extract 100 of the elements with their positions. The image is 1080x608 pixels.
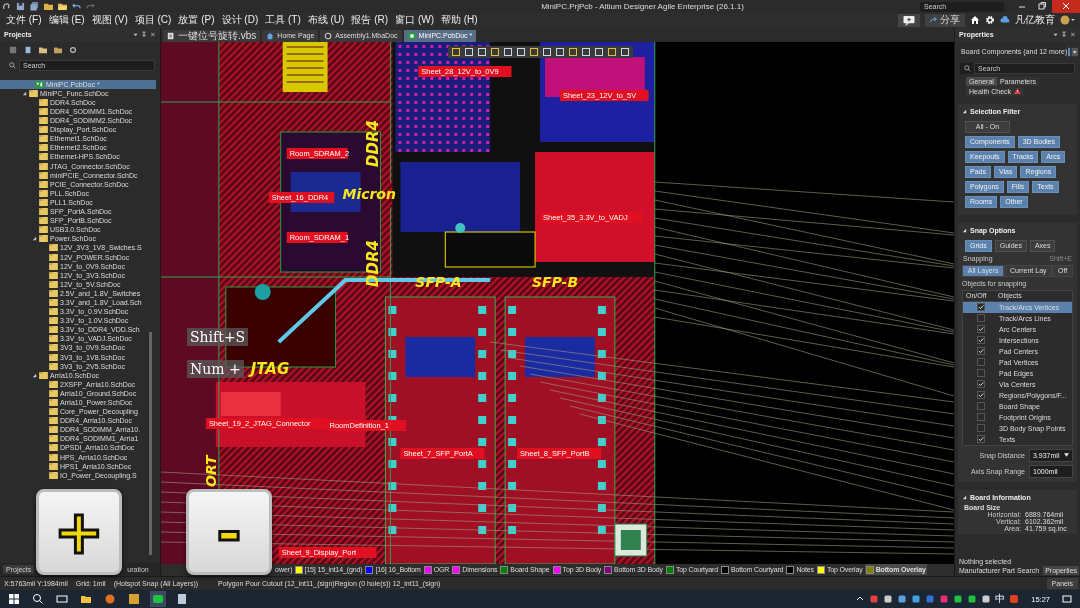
tray-icon[interactable] — [911, 594, 922, 605]
account-name[interactable]: 凡亿教育 — [1015, 13, 1055, 28]
tool-icon[interactable] — [464, 46, 474, 57]
pad — [597, 371, 606, 380]
tool-icon[interactable] — [607, 46, 617, 57]
pad — [388, 437, 397, 446]
menu-item[interactable]: 项目 (C) — [132, 13, 174, 28]
panel-controls-icon[interactable] — [132, 31, 156, 39]
tray-icon[interactable] — [953, 594, 964, 605]
checkbox[interactable] — [977, 347, 985, 356]
checkbox[interactable] — [977, 314, 985, 323]
expand-arrow-icon[interactable] — [32, 236, 37, 242]
settings-icon[interactable] — [69, 45, 77, 54]
document-tab[interactable]: 一键位号旋转.vbs — [163, 29, 261, 42]
checkbox[interactable] — [977, 358, 985, 367]
menu-item[interactable]: 视图 (V) — [89, 13, 130, 28]
checkbox[interactable] — [977, 369, 985, 378]
menu-item[interactable]: 文件 (F) — [4, 13, 44, 28]
checkbox[interactable] — [977, 336, 985, 345]
silkscreen-label: ORT — [202, 455, 219, 487]
pad — [388, 327, 397, 336]
pad — [478, 393, 487, 402]
checkbox[interactable] — [977, 424, 985, 433]
avatar[interactable] — [1060, 15, 1076, 26]
tool-icon[interactable] — [529, 46, 539, 57]
folder-icon — [49, 299, 58, 306]
silkscreen-label: DDR4 — [364, 239, 383, 287]
menu-item[interactable]: 放置 (P) — [176, 13, 217, 28]
pad — [508, 327, 517, 336]
checkbox[interactable] — [977, 303, 985, 312]
pad — [388, 371, 397, 380]
tool-icon[interactable] — [477, 46, 487, 57]
dropdown-icon[interactable] — [1068, 45, 1079, 58]
save-icon[interactable] — [9, 45, 17, 54]
expand-arrow-icon[interactable] — [22, 90, 27, 96]
input-method-indicator[interactable]: 中 — [995, 592, 1006, 607]
pad — [508, 393, 517, 402]
save-all-icon[interactable] — [30, 2, 39, 11]
caret-icon — [1064, 453, 1069, 458]
pad — [597, 525, 606, 534]
tray-icon[interactable] — [883, 594, 894, 605]
pad — [508, 437, 517, 446]
keycap: - — [186, 489, 272, 575]
menu-item[interactable]: 报告 (R) — [349, 13, 391, 28]
tool-icon[interactable] — [516, 46, 526, 57]
pad — [597, 503, 606, 512]
checkbox[interactable] — [977, 391, 985, 400]
undo-icon[interactable] — [72, 2, 81, 11]
tool-icon[interactable] — [490, 46, 500, 57]
menu-item[interactable]: 工具 (T) — [263, 13, 303, 28]
tool-icon[interactable] — [594, 46, 604, 57]
save-icon[interactable] — [16, 2, 25, 11]
collapse-arrow-icon[interactable] — [962, 495, 967, 501]
tool-icon[interactable] — [451, 46, 461, 57]
silkscreen-label: DDR4 — [364, 119, 383, 167]
menu-item[interactable]: 帮助 (H) — [439, 13, 480, 28]
menu-item[interactable]: 窗口 (W) — [393, 13, 436, 28]
tool-icon[interactable] — [503, 46, 513, 57]
expand-arrow-icon[interactable] — [32, 372, 37, 378]
pad — [388, 305, 397, 314]
chat-app-icon[interactable] — [150, 591, 166, 608]
tool-icon[interactable] — [581, 46, 591, 57]
tray-icon[interactable] — [981, 594, 992, 605]
checkbox[interactable] — [977, 435, 985, 444]
close-icon[interactable] — [1052, 0, 1080, 13]
pad — [597, 393, 606, 402]
checkbox[interactable] — [977, 380, 985, 389]
pad — [508, 503, 517, 512]
checkbox[interactable] — [977, 402, 985, 411]
comment-icon[interactable] — [898, 13, 920, 27]
silkscreen-label: SFP-B — [532, 273, 579, 290]
menu-item[interactable]: 编辑 (E) — [46, 13, 87, 28]
checkbox[interactable] — [977, 413, 985, 422]
pad — [388, 481, 397, 490]
document-icon[interactable] — [24, 45, 32, 54]
redo-icon[interactable] — [86, 2, 95, 11]
pad — [508, 305, 517, 314]
collapse-arrow-icon[interactable] — [962, 228, 967, 234]
pad — [597, 459, 606, 468]
folder-icon[interactable] — [58, 2, 67, 11]
checkbox[interactable] — [977, 325, 985, 334]
via — [254, 283, 271, 300]
panel-controls-icon[interactable] — [1052, 31, 1076, 39]
pad — [597, 415, 606, 424]
tool-icon[interactable] — [568, 46, 578, 57]
menu-item[interactable]: 设计 (D) — [219, 13, 261, 28]
pad — [478, 371, 487, 380]
tool-icon[interactable] — [620, 46, 630, 57]
menu-item[interactable]: 布线 (U) — [305, 13, 347, 28]
folder-icon[interactable] — [44, 2, 53, 11]
tray-icon[interactable] — [967, 594, 978, 605]
tool-icon[interactable] — [555, 46, 565, 57]
home-icon[interactable] — [970, 15, 980, 26]
share-button[interactable]: 分享 — [925, 13, 965, 27]
pad — [388, 349, 397, 358]
pad — [478, 437, 487, 446]
tool-icon[interactable] — [542, 46, 552, 57]
notification-icon[interactable] — [1062, 594, 1072, 605]
tray-icon[interactable] — [897, 594, 908, 605]
collapse-arrow-icon[interactable] — [962, 109, 967, 115]
